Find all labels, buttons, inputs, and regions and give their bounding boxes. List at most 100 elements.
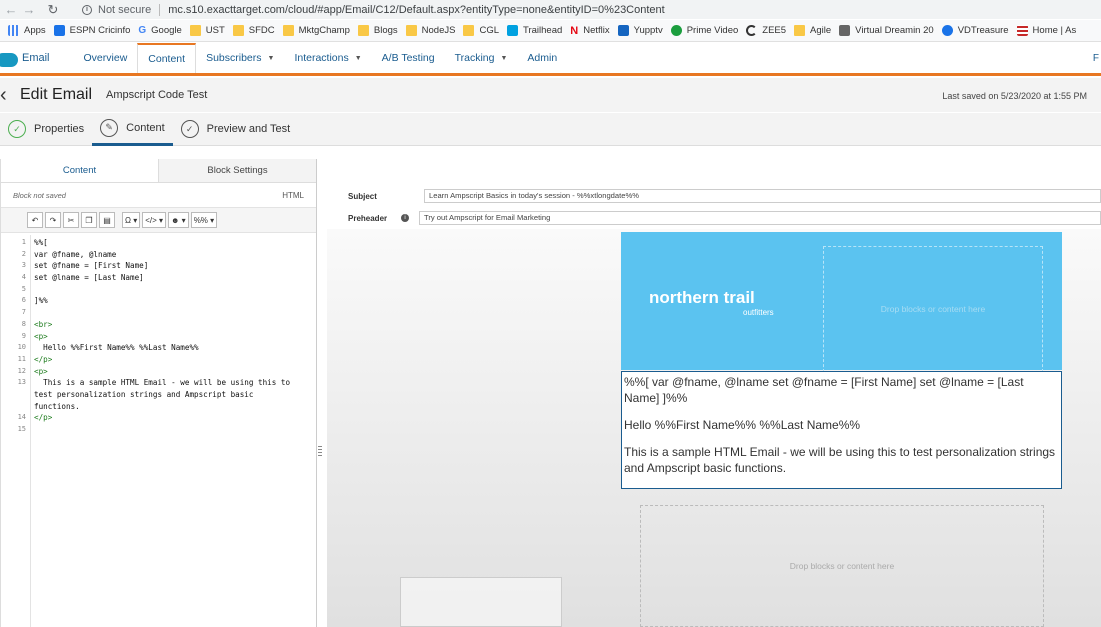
line-number: 4 bbox=[21, 273, 26, 282]
bookmark-home[interactable]: Home | As bbox=[1016, 25, 1076, 36]
bookmark-netflix[interactable]: N Netflix bbox=[570, 25, 609, 37]
bookmark-prime-video[interactable]: Prime Video bbox=[670, 25, 738, 36]
subject-row: Subject Learn Ampscript Basics in today'… bbox=[327, 186, 1101, 206]
nav-overview[interactable]: Overview bbox=[74, 43, 138, 73]
pencil-icon: ✎ bbox=[100, 118, 119, 137]
bookmark-google[interactable]: G Google bbox=[138, 25, 181, 36]
caret-down-icon: ▼ bbox=[500, 54, 508, 62]
step-properties[interactable]: ✓ Properties bbox=[0, 113, 92, 146]
line-number: 14 bbox=[17, 413, 26, 422]
back-arrow-icon[interactable]: ← bbox=[4, 2, 18, 17]
tab-block-settings[interactable]: Block Settings bbox=[158, 159, 316, 182]
line-number: 9 bbox=[21, 331, 26, 340]
hero-drop-zone[interactable]: Drop blocks or content here bbox=[823, 246, 1043, 372]
code-icon[interactable]: </> ▾ bbox=[142, 212, 167, 228]
code-line: </p> bbox=[34, 354, 53, 364]
not-secure-label: Not secure bbox=[98, 3, 152, 16]
nav-right-truncated[interactable]: F bbox=[1093, 53, 1099, 64]
code-line: var @fname, @lname bbox=[34, 249, 117, 259]
nav-ab-testing[interactable]: A/B Testing bbox=[372, 43, 445, 73]
panel-splitter-handle[interactable] bbox=[318, 446, 322, 456]
forward-arrow-icon[interactable]: → bbox=[22, 2, 36, 17]
subject-input[interactable]: Learn Ampscript Basics in today's sessio… bbox=[424, 189, 1101, 203]
globe-icon bbox=[941, 25, 953, 36]
html-label: HTML bbox=[282, 191, 304, 200]
personalization-icon[interactable]: ☻ ▾ bbox=[168, 212, 189, 228]
code-line: ]%% bbox=[34, 296, 48, 306]
bookmark-yupptv[interactable]: Yupptv bbox=[617, 25, 663, 36]
ampscript-icon[interactable]: %% ▾ bbox=[190, 212, 218, 228]
selected-text-block[interactable]: %%[ var @fname, @lname set @fname = [Fir… bbox=[621, 371, 1062, 489]
line-number: 6 bbox=[21, 296, 26, 305]
bookmark-nodejs[interactable]: NodeJS bbox=[405, 25, 455, 36]
code-line: <p> bbox=[34, 331, 48, 341]
folder-icon bbox=[794, 25, 806, 36]
nav-admin[interactable]: Admin bbox=[517, 43, 567, 73]
step-preview-test[interactable]: ✓ Preview and Test bbox=[173, 113, 299, 146]
code-line: functions. bbox=[34, 401, 80, 411]
hero-block[interactable]: northern trail outfitters Drop blocks or… bbox=[621, 232, 1062, 372]
line-number: 7 bbox=[21, 308, 26, 317]
line-number: 8 bbox=[21, 319, 26, 328]
line-number: 2 bbox=[21, 249, 26, 258]
salesforce-cloud-logo bbox=[0, 53, 18, 67]
app-name[interactable]: Email bbox=[22, 43, 50, 73]
webcam-thumbnail-overlay bbox=[400, 577, 562, 627]
line-number: 10 bbox=[17, 343, 26, 352]
code-line: set @lname = [Last Name] bbox=[34, 273, 144, 283]
tab-content[interactable]: Content bbox=[1, 159, 158, 182]
bookmark-blogs[interactable]: Blogs bbox=[357, 25, 398, 36]
bookmark-apps[interactable]: Apps bbox=[8, 25, 46, 36]
check-circle-icon: ✓ bbox=[180, 120, 199, 138]
step-content[interactable]: ✎ Content bbox=[92, 113, 173, 146]
bookmark-agile[interactable]: Agile bbox=[794, 25, 831, 36]
copy-icon[interactable]: ❐ bbox=[81, 212, 97, 228]
special-char-icon[interactable]: Ω ▾ bbox=[122, 212, 141, 228]
bookmark-sfdc[interactable]: SFDC bbox=[232, 25, 275, 36]
preheader-row: Preheader i Try out Ampscript for Email … bbox=[327, 208, 1101, 228]
redo-icon[interactable]: ↷ bbox=[45, 212, 61, 228]
code-line: Hello %%First Name%% %%Last Name%% bbox=[34, 343, 199, 353]
nav-interactions[interactable]: Interactions ▼ bbox=[284, 43, 371, 73]
bookmark-trailhead[interactable]: Trailhead bbox=[507, 25, 562, 36]
url-input[interactable]: mc.s10.exacttarget.com/cloud/#app/Email/… bbox=[168, 4, 665, 16]
help-icon[interactable]: i bbox=[401, 214, 409, 222]
preheader-input[interactable]: Try out Ampscript for Email Marketing bbox=[419, 211, 1101, 225]
code-line: set @fname = [First Name] bbox=[34, 261, 149, 271]
bookmark-ust[interactable]: UST bbox=[189, 25, 225, 36]
prime-video-icon bbox=[670, 25, 682, 36]
paste-icon[interactable]: ▤ bbox=[99, 212, 115, 228]
bookmark-vdtreasure[interactable]: VDTreasure bbox=[941, 25, 1009, 36]
bookmark-mktgchamp[interactable]: MktgChamp bbox=[282, 25, 350, 36]
nav-content[interactable]: Content bbox=[137, 43, 197, 73]
preheader-label: Preheader bbox=[348, 213, 388, 223]
page-title: Edit Email bbox=[20, 86, 93, 103]
cut-icon[interactable]: ✂ bbox=[63, 212, 79, 228]
bookmark-zee5[interactable]: ZEE5 bbox=[746, 25, 786, 36]
body-text: This is a sample HTML Email - we will be… bbox=[624, 445, 1056, 475]
zee5-icon bbox=[746, 25, 758, 36]
block-status: Block not saved bbox=[13, 191, 66, 200]
bookmark-cgl[interactable]: CGL bbox=[463, 25, 499, 36]
code-editor[interactable]: 1 2 3 4 5 6 7 8 9 10 11 12 13 14 15 %%[var @fname, @ln… bbox=[1, 235, 317, 627]
undo-icon[interactable]: ↶ bbox=[27, 212, 43, 228]
info-icon[interactable]: i bbox=[82, 4, 92, 15]
code-area[interactable]: %%[var @fname, @lname set @fname = [First… bbox=[31, 235, 317, 627]
edit-header: ‹ Edit Email Ampscript Code Test Last sa… bbox=[0, 78, 1101, 112]
line-number bbox=[1, 389, 30, 401]
google-icon: G bbox=[138, 25, 147, 36]
line-number: 12 bbox=[17, 366, 26, 375]
nav-subscribers[interactable]: Subscribers ▼ bbox=[196, 43, 284, 73]
caret-down-icon: ▼ bbox=[267, 54, 275, 62]
code-line: This is a sample HTML Email - we will be… bbox=[34, 378, 291, 388]
nav-tracking[interactable]: Tracking ▼ bbox=[445, 43, 518, 73]
browser-url-bar: ← → ↻ i Not secure mc.s10.exacttarget.co… bbox=[0, 0, 1101, 19]
bookmark-virtual-dreamin[interactable]: Virtual Dreamin 20 bbox=[839, 25, 934, 36]
reload-icon[interactable]: ↻ bbox=[46, 2, 60, 18]
back-chevron-icon[interactable]: ‹ bbox=[0, 84, 12, 107]
drop-zone[interactable]: Drop blocks or content here bbox=[640, 505, 1044, 627]
folder-icon bbox=[282, 25, 294, 36]
bookmark-espn[interactable]: ESPN Cricinfo bbox=[53, 25, 130, 36]
